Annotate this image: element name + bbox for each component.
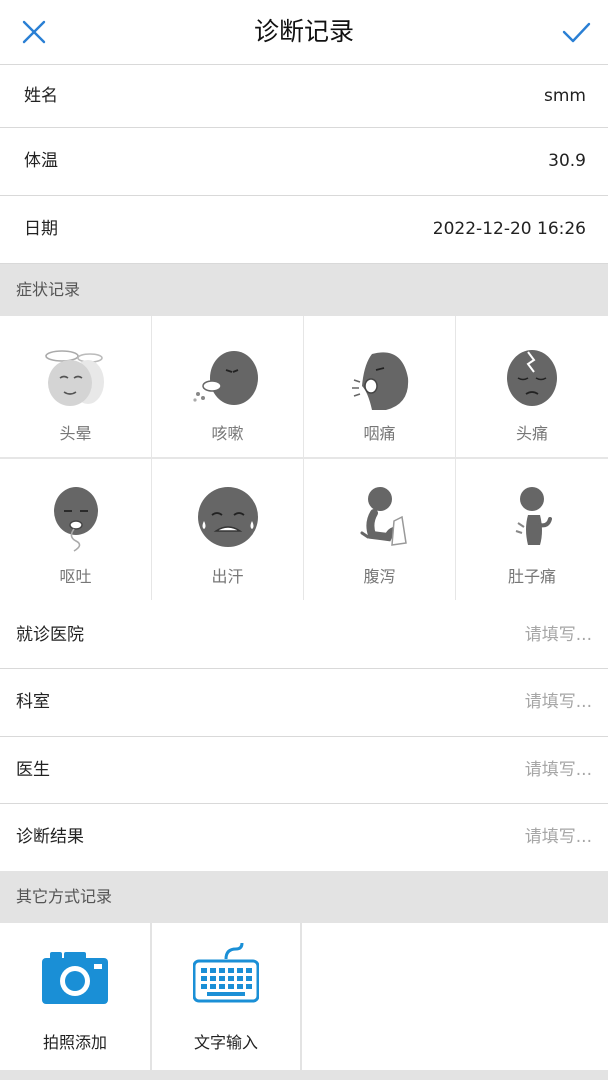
vomit-face-icon — [53, 487, 98, 552]
hospital-input[interactable]: 请填写... — [525, 602, 592, 668]
department-input[interactable]: 请填写... — [525, 669, 592, 736]
photo-add-label: 拍照添加 — [42, 1033, 107, 1052]
other-methods-grid: 拍照添加 文字输入 — [0, 923, 608, 1070]
sore-throat-face-icon — [351, 352, 408, 410]
symptom-item-headache[interactable]: 头痛 — [456, 316, 608, 457]
diagnosis-input[interactable]: 请填写... — [525, 804, 592, 870]
cough-face-icon — [192, 351, 258, 405]
diagnosis-row[interactable]: 诊断结果 请填写... — [0, 804, 608, 871]
symptom-label: 腹泻 — [363, 567, 396, 586]
symptom-item-diarrhea[interactable]: 腹泻 — [304, 459, 455, 600]
symptom-label: 头痛 — [515, 424, 548, 443]
other-section-header: 其它方式记录 — [0, 871, 608, 923]
photo-add-button[interactable]: 拍照添加 — [0, 923, 152, 1070]
symptom-label: 咽痛 — [363, 424, 396, 443]
name-row[interactable]: 姓名 smm — [0, 65, 608, 128]
symptom-item-vomit[interactable]: 呕吐 — [0, 459, 151, 600]
other-section-title: 其它方式记录 — [16, 887, 113, 906]
symptom-label: 肚子痛 — [507, 567, 556, 586]
temperature-value: 30.9 — [548, 151, 586, 171]
page-title: 诊断记录 — [253, 17, 354, 46]
doctor-label: 医生 — [16, 760, 50, 780]
temperature-row[interactable]: 体温 30.9 — [0, 128, 608, 196]
check-icon — [562, 22, 591, 43]
keyboard-icon — [193, 943, 259, 1003]
top-bar: 诊断记录 — [0, 0, 608, 65]
doctor-input[interactable]: 请填写... — [525, 737, 592, 803]
camera-icon — [42, 952, 108, 1004]
symptoms-section-title: 症状记录 — [16, 280, 81, 299]
department-label: 科室 — [16, 692, 50, 712]
text-input-button[interactable]: 文字输入 — [152, 923, 302, 1070]
date-value: 2022-12-20 16:26 — [432, 219, 586, 239]
text-input-label: 文字输入 — [193, 1033, 258, 1052]
date-row[interactable]: 日期 2022-12-20 16:26 — [0, 196, 608, 264]
diagnosis-label: 诊断结果 — [16, 827, 84, 847]
dizzy-face-icon — [44, 350, 104, 406]
diarrhea-figure-icon — [360, 487, 407, 546]
symptom-grid: 头晕 咳嗽 咽痛 头痛 呕吐 出汗 腹泻 肚子痛 — [0, 316, 608, 600]
name-value: smm — [544, 86, 586, 106]
confirm-button[interactable] — [556, 12, 596, 52]
symptom-item-stomachache[interactable]: 肚子痛 — [456, 459, 608, 600]
headache-face-icon — [507, 350, 557, 406]
hospital-label: 就诊医院 — [16, 625, 84, 645]
symptom-label: 头晕 — [59, 424, 92, 443]
department-row[interactable]: 科室 请填写... — [0, 669, 608, 737]
symptoms-section-header: 症状记录 — [0, 264, 608, 316]
symptom-label: 呕吐 — [59, 567, 92, 586]
stomachache-figure-icon — [515, 487, 552, 545]
doctor-row[interactable]: 医生 请填写... — [0, 737, 608, 804]
sweat-face-icon — [197, 487, 258, 547]
date-label: 日期 — [24, 219, 58, 239]
symptom-item-cough[interactable]: 咳嗽 — [152, 316, 303, 457]
symptom-item-sore-throat[interactable]: 咽痛 — [304, 316, 455, 457]
bottom-divider — [0, 1070, 608, 1080]
symptom-item-dizzy[interactable]: 头晕 — [0, 316, 151, 457]
symptom-label: 咳嗽 — [211, 424, 244, 443]
symptom-item-sweat[interactable]: 出汗 — [152, 459, 303, 600]
symptom-label: 出汗 — [211, 567, 244, 586]
name-label: 姓名 — [24, 86, 58, 106]
temperature-label: 体温 — [24, 151, 58, 171]
hospital-row[interactable]: 就诊医院 请填写... — [0, 602, 608, 669]
